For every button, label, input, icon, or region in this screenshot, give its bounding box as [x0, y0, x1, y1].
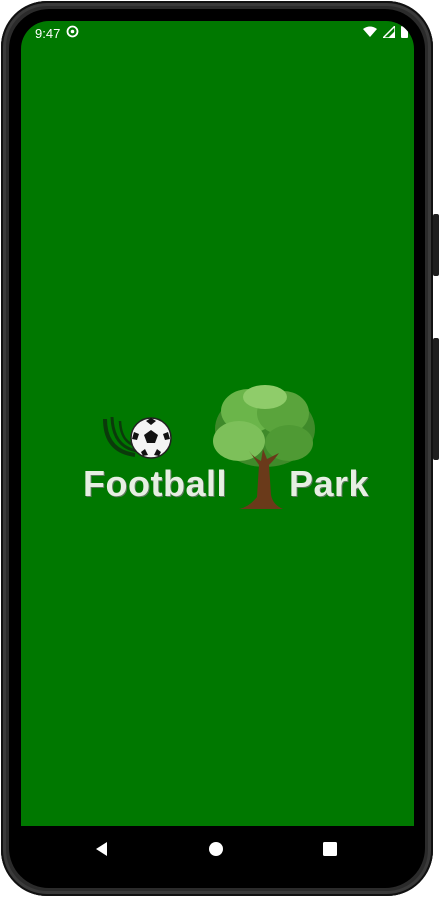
home-circle-icon[interactable]	[207, 840, 225, 863]
at-sign-icon	[66, 25, 79, 41]
logo-wordmark: Football Park	[83, 463, 369, 505]
status-time: 9:47	[35, 26, 61, 41]
football-park-logo: Football Park	[79, 379, 399, 519]
logo-word-park: Park	[289, 463, 370, 504]
recents-square-icon[interactable]	[321, 840, 339, 863]
navigation-bar	[21, 826, 414, 874]
wifi-icon	[363, 26, 377, 41]
logo-word-football: Football	[83, 463, 227, 504]
cell-signal-icon	[381, 23, 396, 41]
volume-button	[433, 338, 439, 460]
status-bar: 9:47	[21, 21, 414, 47]
power-button	[433, 214, 439, 276]
status-icons	[363, 23, 408, 41]
soccer-ball-icon	[130, 417, 172, 459]
back-triangle-icon[interactable]	[93, 840, 111, 863]
splash-screen: 9:47 Football Park	[21, 21, 414, 826]
battery-icon	[401, 25, 408, 41]
